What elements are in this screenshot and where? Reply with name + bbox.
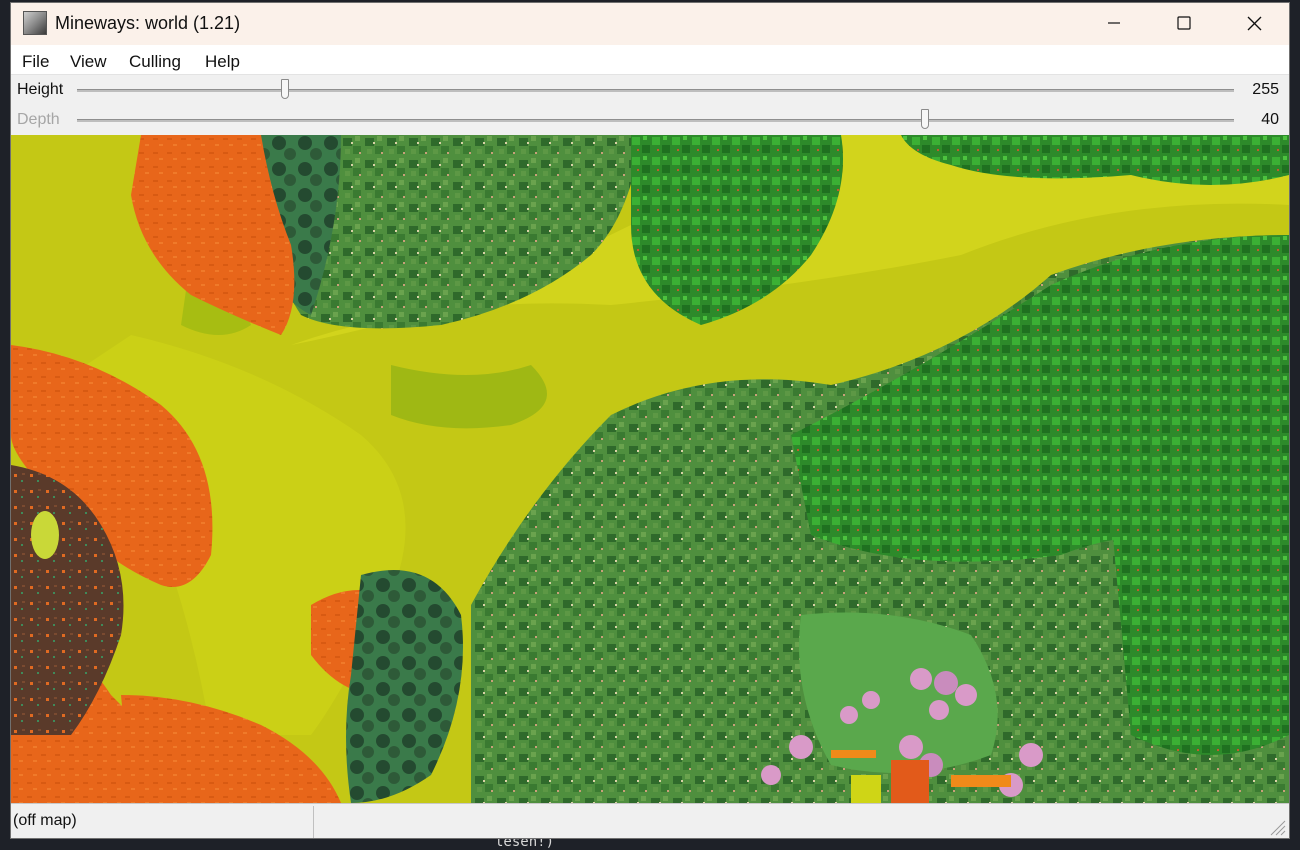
menu-file[interactable]: File <box>22 52 49 72</box>
maximize-icon <box>1177 16 1191 30</box>
depth-slider-row: Depth 40 <box>11 105 1289 135</box>
depth-value: 40 <box>1261 111 1279 128</box>
menu-bar: File View Culling Help <box>11 45 1289 75</box>
status-bar: (off map) <box>11 803 1289 838</box>
title-bar[interactable]: Mineways: world (1.21) <box>11 3 1289 45</box>
depth-label: Depth <box>17 111 60 128</box>
menu-culling[interactable]: Culling <box>129 52 181 72</box>
terrain-map <box>11 135 1289 803</box>
minimize-icon <box>1108 22 1120 24</box>
close-button[interactable] <box>1219 3 1289 45</box>
app-icon <box>23 11 47 35</box>
height-slider-thumb[interactable] <box>281 79 290 99</box>
menu-help[interactable]: Help <box>205 52 240 72</box>
status-location: (off map) <box>13 812 77 829</box>
height-slider[interactable] <box>77 79 1234 99</box>
height-label: Height <box>17 81 64 98</box>
close-icon <box>1247 16 1262 31</box>
depth-slider-thumb[interactable] <box>921 109 930 129</box>
depth-slider[interactable] <box>77 109 1234 129</box>
status-separator <box>313 806 314 838</box>
resize-grip-icon[interactable] <box>1263 813 1287 837</box>
height-value: 255 <box>1252 81 1279 98</box>
maximize-button[interactable] <box>1149 3 1219 45</box>
height-slider-row: Height 255 <box>11 75 1289 105</box>
menu-view[interactable]: View <box>70 52 107 72</box>
window-title: Mineways: world (1.21) <box>55 13 241 33</box>
mineways-window: Mineways: world (1.21) File View Culling… <box>10 2 1290 839</box>
minimize-button[interactable] <box>1079 3 1149 45</box>
map-view[interactable] <box>11 135 1289 803</box>
